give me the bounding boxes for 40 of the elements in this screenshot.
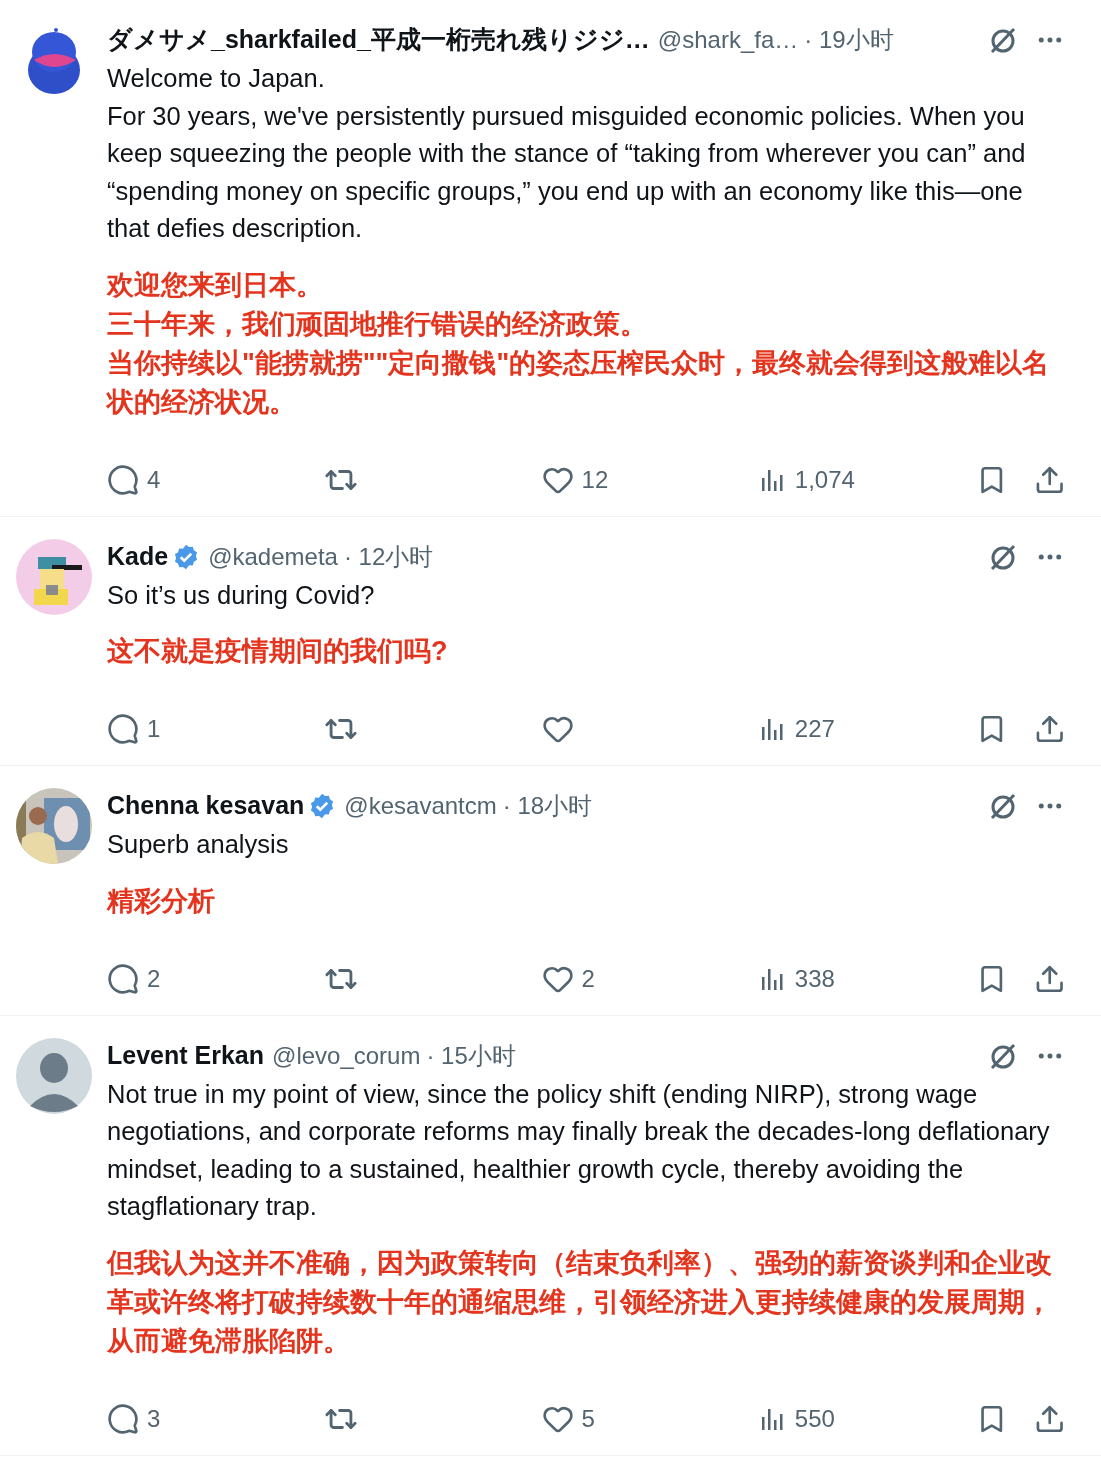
user-name[interactable]: ダメサメ_sharkfailed_平成一桁売れ残りジジ… bbox=[107, 21, 650, 59]
view-count: 227 bbox=[794, 714, 835, 744]
user-name[interactable]: Levent Erkan bbox=[107, 1036, 264, 1075]
user-handle[interactable]: @kademeta bbox=[208, 538, 338, 575]
user-handle[interactable]: @levo_corum bbox=[272, 1037, 421, 1074]
translation-text: 这不就是疫情期间的我们吗? bbox=[107, 635, 449, 668]
reply-count: 2 bbox=[147, 963, 161, 994]
reply-icon[interactable] bbox=[107, 463, 139, 496]
like-count: 12 bbox=[581, 464, 609, 495]
reply-icon[interactable] bbox=[107, 713, 139, 745]
reply-icon[interactable] bbox=[107, 1402, 139, 1435]
reply-count: 1 bbox=[147, 714, 161, 744]
translation-text: 欢迎您来到日本。 bbox=[107, 268, 324, 302]
reply-count: 3 bbox=[147, 1403, 161, 1434]
reply-count: 4 bbox=[147, 464, 161, 495]
translation-text: 精彩分析 bbox=[107, 884, 216, 918]
user-handle[interactable]: @kesavantcm bbox=[344, 788, 497, 824]
default-user-avatar[interactable] bbox=[16, 1037, 92, 1114]
post-text: Welcome to Japan. bbox=[107, 63, 326, 94]
post-time[interactable]: · 19小时 bbox=[804, 22, 894, 58]
like-count: 5 bbox=[581, 1403, 595, 1434]
post-text: Not true in my point of view, since the policy shift (ending NIRP), strong wage negotiations, and corporate reforms may finally break the decades-long deflationary mindset, leading to a sustained, healthier growth cycle, thereby avoiding the stagflationary trap. bbox=[107, 1078, 1051, 1222]
post-text: For 30 years, we've persistently pursued misguided economic policies. When you keep squeezing the people with the stance of “taking from wherever you can” and “spending money on specific groups,” you end up with an economy like this—one that defies description. bbox=[107, 100, 1027, 244]
like-count: 2 bbox=[581, 963, 595, 994]
post-time[interactable]: · 12小时 bbox=[343, 538, 434, 575]
view-count: 550 bbox=[794, 1403, 835, 1434]
user-name[interactable]: Chenna kesavan bbox=[107, 787, 305, 825]
post-text: Superb analysis bbox=[107, 829, 290, 860]
post-time[interactable]: · 18小时 bbox=[502, 788, 593, 824]
translation-text: 当你持续以"能捞就捞""定向撒钱"的姿态压榨民众时，最终就会得到这般难以名状的经济状况。 bbox=[107, 346, 1051, 419]
post-time[interactable]: · 15小时 bbox=[426, 1037, 516, 1074]
reply-icon[interactable] bbox=[107, 962, 139, 995]
translation-text: 但我认为这并不准确，因为政策转向（结束负利率）、强劲的薪资谈判和企业改革或许终将打破持续数十年的通缩思维，引领经济进入更持续健康的发展周期，从而避免滞胀陷阱。 bbox=[107, 1246, 1053, 1358]
pixel-figure-avatar[interactable] bbox=[16, 538, 92, 615]
user-handle[interactable]: @shark_fa… bbox=[657, 22, 799, 58]
post-text: So it’s us during Covid? bbox=[107, 579, 376, 611]
user-name[interactable]: Kade bbox=[107, 537, 169, 576]
translation-text: 三十年来，我们顽固地推行错误的经济政策。 bbox=[107, 307, 648, 341]
view-count: 338 bbox=[794, 963, 835, 994]
view-count: 1,074 bbox=[794, 464, 855, 495]
